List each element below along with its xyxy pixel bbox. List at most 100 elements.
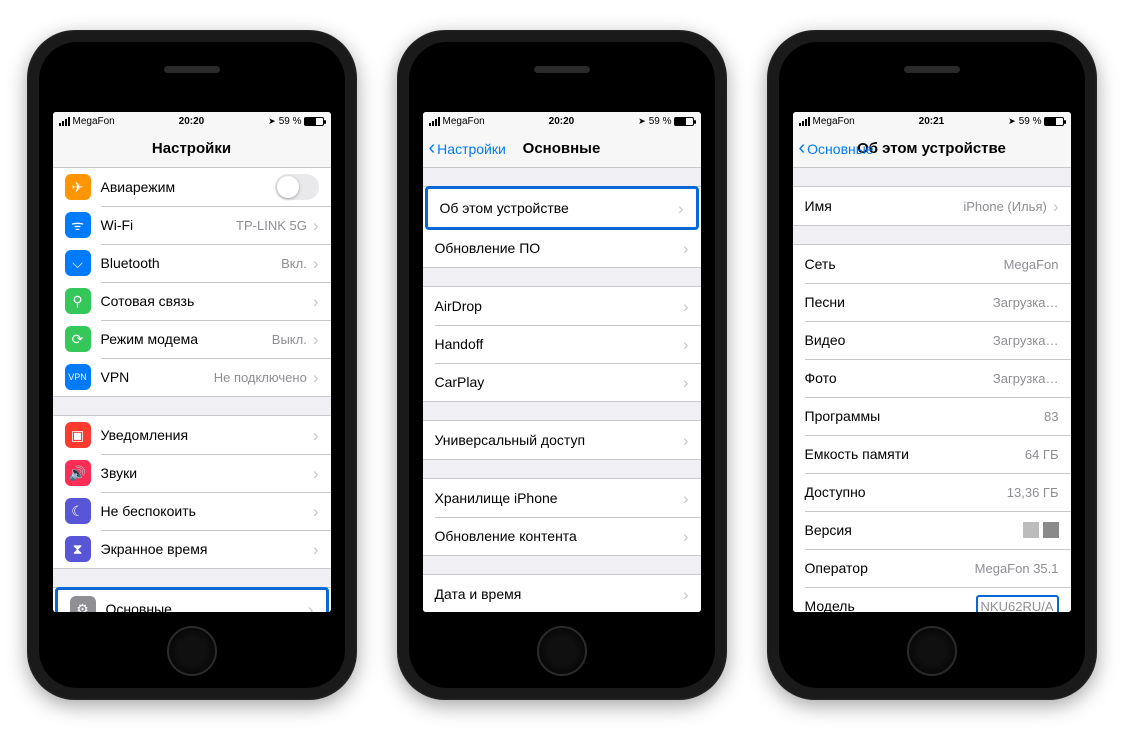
chevron-right-icon: › [683,586,689,603]
settings-row[interactable]: AirDrop› [423,287,701,325]
battery-icon [304,117,324,126]
content-area[interactable]: ИмяiPhone (Илья)› СетьMegaFonПесниЗагрузк… [793,168,1071,612]
chevron-right-icon: › [683,432,689,449]
settings-row[interactable]: ⧗Экранное время› [53,530,331,568]
settings-group: Об этом устройстве›Обновление ПО› [423,186,701,268]
toggle-switch[interactable] [275,174,319,200]
row-value: iPhone (Илья) [963,199,1047,214]
screen: MegaFon20:20➤59 % ‹Настройки Основные Об эт… [423,112,701,612]
row-label: Сотовая связь [101,293,195,309]
settings-group: СетьMegaFonПесниЗагрузка…ВидеоЗагрузка…Ф… [793,244,1071,612]
row-value: NKU62RU/A [981,599,1054,612]
settings-row[interactable]: Дата и время › [423,575,701,612]
chevron-left-icon: ‹ [429,138,436,158]
row-label: Сеть [805,256,836,272]
back-label: Настройки [437,141,506,157]
row-label: Уведомления [101,427,189,443]
signal-icon [429,117,440,126]
navigation-bar: ‹Настройки Основные [423,130,701,168]
settings-row[interactable]: ⟳Режим модемаВыкл.› [53,320,331,358]
settings-row[interactable]: ВидеоЗагрузка… [793,321,1071,359]
settings-row[interactable]: Емкость памяти64 ГБ [793,435,1071,473]
settings-group: Дата и время›Клавиатура›Язык и регион› [423,574,701,612]
chevron-right-icon: › [683,298,689,315]
row-label: Не беспокоить [101,503,196,519]
screen: MegaFon20:21➤59 %‹ОсновныеОб этом устрой… [793,112,1071,612]
row-icon: ⚲ [65,288,91,314]
settings-group: Универсальный доступ › [423,420,701,460]
speaker [534,66,590,73]
phone-frame: MegaFon20:20➤59 % ‹Настройки Основные Об эт… [397,30,727,700]
battery-percent: 59 % [649,116,672,127]
battery-icon [1044,117,1064,126]
chevron-right-icon: › [313,465,319,482]
settings-row[interactable]: Хранилище iPhone› [423,479,701,517]
settings-row[interactable]: ✈Авиарежим [53,168,331,206]
settings-row[interactable]: VPNVPNНе подключено› [53,358,331,396]
home-button[interactable] [907,626,957,676]
settings-row[interactable]: Универсальный доступ › [423,421,701,459]
settings-row[interactable]: МодельNKU62RU/A [793,587,1071,612]
highlight-box: ⚙Основные› [55,587,329,612]
row-value: Выкл. [272,332,307,347]
settings-row[interactable]: 🔊Звуки› [53,454,331,492]
row-icon: ᯤ [65,212,91,238]
row-icon: ☾ [65,498,91,524]
content-area[interactable]: Об этом устройстве›Обновление ПО› AirDrop… [423,168,701,612]
back-button[interactable]: ‹Настройки [429,140,506,158]
settings-row[interactable]: ⚲Сотовая связь› [53,282,331,320]
settings-row[interactable]: Доступно13,36 ГБ [793,473,1071,511]
row-value: MegaFon 35.1 [975,561,1059,576]
settings-row[interactable]: ИмяiPhone (Илья)› [793,187,1071,225]
row-value: 83 [1044,409,1058,424]
settings-row[interactable]: ⚙Основные› [58,590,326,612]
settings-row[interactable]: CarPlay› [423,363,701,401]
settings-row[interactable]: ⌵BluetoothВкл.› [53,244,331,282]
settings-row[interactable]: ПесниЗагрузка… [793,283,1071,321]
back-button[interactable]: ‹Основные [799,140,874,158]
row-label: Универсальный доступ [435,432,586,448]
carrier-label: MegaFon [813,116,855,127]
settings-row[interactable]: Обновление ПО› [423,229,701,267]
chevron-right-icon: › [683,528,689,545]
row-value: Не подключено [214,370,307,385]
chevron-right-icon: › [308,601,314,613]
status-bar: MegaFon20:20➤59 % [423,112,701,130]
settings-row[interactable]: ОператорMegaFon 35.1 [793,549,1071,587]
page-title: Основные [523,140,601,157]
settings-row[interactable]: Handoff› [423,325,701,363]
chevron-right-icon: › [313,217,319,234]
row-icon: VPN [65,364,91,390]
settings-row[interactable]: Версия [793,511,1071,549]
settings-row[interactable]: Программы 83 [793,397,1071,435]
speaker [904,66,960,73]
redacted-box [1023,522,1039,538]
settings-group: ▣Уведомления›🔊Звуки›☾Не беспокоить›⧗Экра… [53,415,331,569]
settings-row[interactable]: ☾Не беспокоить› [53,492,331,530]
settings-row[interactable]: ▣Уведомления› [53,416,331,454]
phone-frame: MegaFon20:21➤59 %‹ОсновныеОб этом устрой… [767,30,1097,700]
home-button[interactable] [537,626,587,676]
row-label: Экранное время [101,541,208,557]
row-label: Дата и время [435,586,522,602]
settings-row[interactable]: ᯤWi-FiTP-LINK 5G› [53,206,331,244]
settings-row[interactable]: ФотоЗагрузка… [793,359,1071,397]
row-label: Видео [805,332,846,348]
chevron-right-icon: › [313,541,319,558]
chevron-right-icon: › [313,255,319,272]
row-label: Хранилище iPhone [435,490,558,506]
settings-row[interactable]: Об этом устройстве› [428,189,696,227]
speaker [164,66,220,73]
home-button[interactable] [167,626,217,676]
status-bar: MegaFon20:20➤59 % [53,112,331,130]
chevron-right-icon: › [313,427,319,444]
row-icon: ⌵ [65,250,91,276]
row-label: Звуки [101,465,138,481]
phone-frame: MegaFon20:20➤59 %Настройки✈АвиарежимᯤWi-… [27,30,357,700]
settings-group: ✈АвиарежимᯤWi-FiTP-LINK 5G›⌵BluetoothВкл… [53,168,331,397]
settings-row[interactable]: Обновление контента› [423,517,701,555]
row-label: Handoff [435,336,484,352]
content-area[interactable]: ✈АвиарежимᯤWi-FiTP-LINK 5G›⌵BluetoothВкл… [53,168,331,612]
settings-row[interactable]: СетьMegaFon [793,245,1071,283]
row-label: Программы [805,408,881,424]
